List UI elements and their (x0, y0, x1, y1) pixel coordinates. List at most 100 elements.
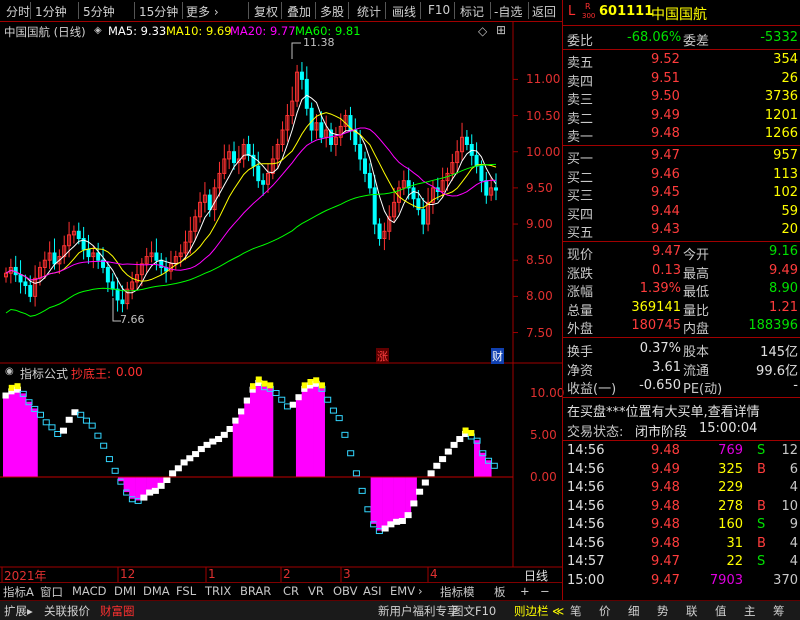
side-tab[interactable]: 势 (657, 603, 669, 619)
indicator-peak (250, 383, 257, 390)
price-tick-label: 9.50 (526, 180, 553, 195)
sell-level-row[interactable]: 卖一 9.48 1266 (563, 125, 800, 145)
indicator-tab[interactable]: 板 (494, 584, 506, 600)
kline-chart[interactable] (0, 22, 562, 582)
bottom-mid-link[interactable]: 新用户福利专享 (378, 603, 459, 619)
buy-level-row[interactable]: 买四 9.44 59 (563, 203, 800, 223)
sell-level-row[interactable]: 卖二 9.49 1201 (563, 107, 800, 127)
indicator-tick-label: 5.00 (530, 428, 557, 443)
indicator-step (329, 407, 337, 414)
level-price: 9.46 (651, 166, 680, 182)
stat-value: 3.61 (652, 359, 681, 375)
big-order-notice[interactable]: 在买盘***位置有大买单,查看详情 (563, 400, 800, 420)
indicator-tab[interactable]: 指标A (3, 584, 34, 600)
indicator-step (335, 415, 343, 422)
back-button[interactable]: 返回 (532, 3, 556, 20)
candle-body (105, 266, 110, 283)
side-tab[interactable]: 笔 (570, 603, 582, 619)
candle-body (23, 281, 28, 287)
side-tab[interactable]: 联 (686, 603, 698, 619)
stat-value: 180745 (631, 318, 681, 333)
side-tab[interactable]: 价 (599, 603, 611, 619)
tab-5min[interactable]: 5分钟 (83, 3, 115, 20)
indicator-tab[interactable]: 窗口 (40, 584, 63, 600)
tab-fenshi[interactable]: 分时 (6, 3, 30, 20)
sell-level-row[interactable]: 卖五 9.52 354 (563, 51, 800, 71)
indicator-tab[interactable]: BRAR (240, 584, 271, 598)
indicator-bar (399, 477, 406, 521)
indicator-tab[interactable]: DMI (114, 584, 136, 598)
indicator-step (197, 446, 205, 453)
price-tick-label: 9.00 (526, 217, 553, 232)
indicator-bar (129, 477, 136, 499)
level-label: 卖四 (567, 74, 594, 90)
tab-1min[interactable]: 1分钟 (35, 3, 67, 20)
indicator-tab[interactable]: EMV (390, 584, 415, 598)
stat-label: 内盘 (683, 322, 710, 337)
side-tab[interactable]: 主 (744, 603, 756, 619)
duogu-button[interactable]: 多股 (320, 3, 344, 20)
indicator-tab[interactable]: TRIX (205, 584, 231, 598)
indicator-tab[interactable]: ASI (363, 584, 382, 598)
indicator-bar (479, 452, 486, 477)
indicator-settings-icon[interactable]: ◉ (5, 366, 14, 377)
stat-value: - (793, 378, 798, 393)
zixuan-button[interactable]: -自选 (494, 3, 522, 20)
indicator-tab[interactable]: MACD (72, 584, 106, 598)
indicator-tab[interactable]: DMA (143, 584, 170, 598)
level-label: 买四 (567, 207, 594, 223)
tab-15min[interactable]: 15分钟 (139, 3, 178, 20)
indicator-step (220, 431, 228, 438)
level-price: 9.52 (651, 52, 680, 67)
tick-row: 14:57 9.47 22 S 4 (563, 553, 800, 572)
sell-level-row[interactable]: 卖四 9.51 26 (563, 70, 800, 90)
stat-value: 9.47 (652, 244, 681, 259)
buy-level-row[interactable]: 买五 9.43 20 (563, 221, 800, 241)
bottom-link[interactable]: 关联报价 (44, 603, 90, 619)
indicator-tab[interactable]: 指标模 (440, 584, 475, 600)
side-tab[interactable]: 筹 (773, 603, 785, 619)
fund-stat-row: 净资 3.61 流通 99.6亿 (563, 359, 800, 379)
tick-cell: 15:00 (567, 572, 605, 588)
bottom-mid-link[interactable]: 则边栏 ≪ (514, 603, 564, 619)
biaoji-button[interactable]: 标记 (460, 3, 484, 20)
indicator-tab[interactable]: + (520, 584, 530, 598)
indicator-tab[interactable]: › (418, 584, 423, 598)
indicator-tab[interactable]: VR (308, 584, 324, 598)
indicator-tab[interactable]: FSL (176, 584, 196, 598)
fuquan-button[interactable]: 复权 (254, 3, 278, 20)
tab-more[interactable]: 更多 › (186, 3, 219, 20)
side-tab[interactable]: 细 (628, 603, 640, 619)
period-toolbar: 分时 1分钟 5分钟 15分钟 更多 › 复权 叠加 多股 统计 画线 F10 … (0, 0, 562, 22)
stat-value: 9.16 (769, 244, 798, 259)
indicator-bar (307, 385, 314, 477)
indicator-tab[interactable]: CR (283, 584, 299, 598)
bottom-link[interactable]: 财富圈 (100, 603, 135, 619)
indicator-formula-label[interactable]: 指标公式 (20, 365, 68, 382)
stat-value: 99.6亿 (756, 363, 798, 379)
indicator-step (243, 397, 251, 404)
indicator-tab[interactable]: OBV (333, 584, 357, 598)
level-volume: 59 (781, 203, 798, 219)
f10-button[interactable]: F10 (428, 3, 450, 17)
bottom-link[interactable]: 扩展▸ (4, 603, 33, 619)
tick-cell: 4 (789, 535, 798, 551)
indicator-step (381, 525, 389, 532)
bottom-mid-link[interactable]: 图文F10 (452, 603, 496, 619)
ma60-line (5, 163, 497, 317)
tick-cell: 14:56 (567, 517, 605, 532)
indicator-step (65, 416, 73, 423)
tongji-button[interactable]: 统计 (357, 3, 381, 20)
buy-level-row[interactable]: 买一 9.47 957 (563, 147, 800, 167)
stat-value: 145亿 (760, 345, 798, 360)
huaxian-button[interactable]: 画线 (392, 3, 416, 20)
buy-level-row[interactable]: 买二 9.46 113 (563, 166, 800, 186)
zhang-badge[interactable]: 涨 (376, 348, 389, 364)
diejia-button[interactable]: 叠加 (287, 3, 311, 20)
cai-badge[interactable]: 财 (491, 348, 504, 364)
indicator-tab[interactable]: − (540, 584, 550, 598)
buy-level-row[interactable]: 买三 9.45 102 (563, 184, 800, 204)
stat-value: 1.21 (769, 299, 798, 315)
sell-level-row[interactable]: 卖三 9.50 3736 (563, 88, 800, 108)
side-tab[interactable]: 值 (715, 603, 727, 619)
